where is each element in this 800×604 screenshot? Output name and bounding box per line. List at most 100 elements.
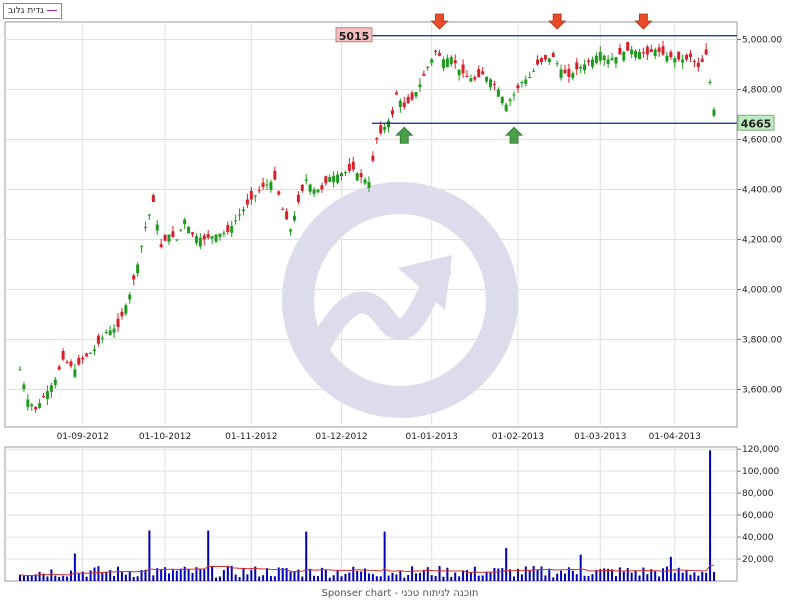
candle-body (524, 79, 528, 84)
candle-body (469, 78, 473, 82)
candle-body (285, 211, 289, 220)
candle (355, 171, 359, 182)
candle-body (273, 170, 277, 180)
candle-body (543, 55, 547, 60)
candle-body (34, 406, 38, 410)
volume-bar (218, 576, 221, 581)
candle-body (481, 71, 485, 75)
candle-body (645, 46, 649, 55)
candle-body (536, 59, 540, 65)
candle-body (124, 305, 128, 314)
volume-bar (124, 574, 127, 581)
candle-body (218, 233, 222, 238)
volume-bar (289, 572, 292, 581)
candle-body (73, 369, 77, 377)
candle-body (394, 92, 398, 95)
volume-bar (238, 577, 241, 581)
volume-bar (344, 573, 347, 581)
volume-bar (528, 570, 531, 581)
volume-bar (54, 575, 57, 581)
volume-bar (360, 571, 363, 581)
volume-bar (160, 569, 163, 581)
volume-bar (301, 576, 304, 581)
volume-bar (415, 573, 418, 581)
volume-bar (665, 566, 668, 581)
candle-body (120, 311, 124, 317)
candle-body (681, 59, 685, 63)
volume-bar (30, 575, 33, 581)
candle-body (320, 185, 324, 190)
candle-body (65, 362, 69, 364)
volume-bar (383, 531, 386, 581)
candle-body (590, 59, 594, 67)
candle-body (249, 190, 253, 200)
volume-tick-label: 120,000 (742, 445, 779, 455)
volume-bar (618, 567, 621, 581)
volume-bar (242, 568, 245, 581)
volume-bar (293, 571, 296, 581)
time-tick-label: 01-11-2012 (225, 432, 277, 442)
volume-bar (669, 556, 672, 581)
candle (187, 225, 191, 234)
volume-bar (646, 574, 649, 581)
candle-body (289, 229, 293, 232)
volume-bar (701, 571, 704, 581)
candle-body (449, 57, 453, 65)
candle-body (136, 264, 140, 274)
volume-bar (489, 572, 492, 581)
candle-body (567, 68, 571, 77)
candle-body (677, 51, 681, 60)
candle-body (222, 232, 226, 234)
volume-bar (101, 572, 104, 581)
candle-body (128, 294, 132, 300)
volume-bar (524, 566, 527, 581)
candle-body (583, 64, 587, 71)
candle-body (226, 224, 230, 232)
volume-bar (367, 573, 370, 581)
volume-bar (152, 575, 155, 581)
candle-body (42, 395, 46, 397)
volume-bar (626, 568, 629, 581)
candle-body (626, 42, 630, 51)
candle-body (57, 366, 61, 370)
volume-bar (622, 571, 625, 581)
volume-bar (187, 568, 190, 581)
volume-bar (395, 574, 398, 581)
candle-body (641, 52, 645, 54)
volume-bar (250, 569, 253, 581)
candle-body (508, 99, 512, 102)
candle-body (198, 237, 202, 247)
volume-tick-label: 60,000 (742, 511, 774, 521)
candle-body (281, 209, 285, 211)
candle-body (422, 73, 426, 76)
candle-body (708, 82, 712, 83)
candle-body (81, 357, 85, 360)
candle-body (143, 227, 147, 228)
volume-bar (513, 576, 516, 581)
series-legend[interactable]: גדית גלוב (3, 3, 62, 19)
candle-body (653, 49, 657, 56)
volume-bar (575, 574, 578, 581)
volume-bar (120, 571, 123, 581)
candle-body (539, 58, 543, 62)
candle-body (116, 318, 120, 327)
volume-bar (587, 576, 590, 581)
volume-bar (328, 577, 331, 581)
volume-bar (50, 569, 53, 581)
candle-body (92, 349, 96, 352)
candle-body (69, 361, 73, 367)
candle-body (441, 59, 445, 69)
volume-bar (215, 577, 218, 581)
candle-body (183, 219, 187, 225)
volume-bar (73, 553, 76, 581)
volume-bar (407, 574, 410, 581)
volume-bar (313, 575, 316, 581)
time-tick-label: 01-03-2013 (574, 432, 626, 442)
candle (163, 233, 167, 241)
volume-bar (167, 573, 170, 581)
candle-body (598, 52, 602, 61)
candle-body (49, 385, 53, 392)
candle-body (343, 172, 347, 173)
candle-body (265, 184, 269, 186)
volume-bar (469, 572, 472, 581)
